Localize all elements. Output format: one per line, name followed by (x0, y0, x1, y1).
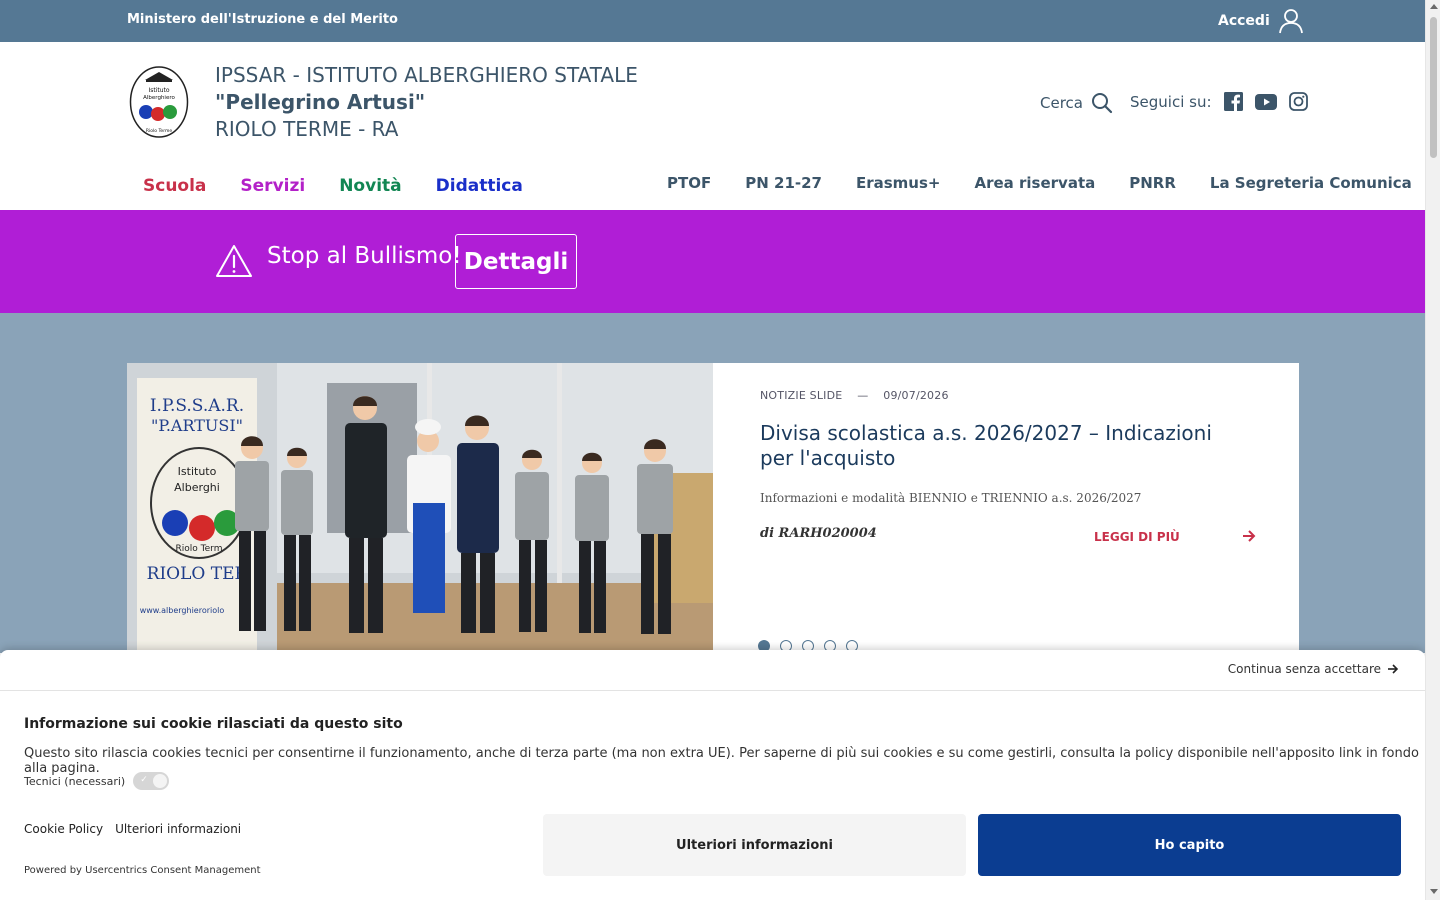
technical-cookies-label: Tecnici (necessari) (24, 774, 126, 788)
search-label: Cerca (1040, 94, 1083, 112)
warning-icon (216, 245, 252, 277)
nav-area-riservata[interactable]: Area riservata (974, 174, 1095, 192)
login-button[interactable]: Accedi (1218, 8, 1304, 34)
check-icon: ✓ (140, 775, 148, 785)
continue-without-accepting[interactable]: Continua senza accettare (1228, 662, 1399, 676)
banner-text-6: RIOLO TER (147, 564, 249, 584)
nav-servizi[interactable]: Servizi (240, 176, 305, 196)
toggle-knob (153, 774, 168, 788)
banner-text-4: Alberghi (174, 481, 220, 494)
banner-text-7: www.alberghieroriolo (140, 606, 225, 615)
cookie-text: Questo sito rilascia cookies tecnici per… (24, 746, 1419, 776)
arrow-right-icon[interactable] (1241, 528, 1257, 544)
site-header: Istituto Alberghiero Riolo Terme IPSSAR … (0, 42, 1425, 210)
technical-cookies-row: Tecnici (necessari) ✓ (24, 772, 170, 790)
slide-title[interactable]: Divisa scolastica a.s. 2026/2027 – Indic… (760, 421, 1230, 471)
search-button[interactable]: Cerca (1040, 92, 1113, 114)
nav-novita[interactable]: Novità (339, 176, 401, 196)
nav-pn[interactable]: PN 21-27 (745, 174, 822, 192)
slide-description: Informazioni e modalità BIENNIO e TRIENN… (760, 491, 1142, 505)
nav-segreteria[interactable]: La Segreteria Comunica (1210, 174, 1412, 192)
more-info-link[interactable]: Ulteriori informazioni (115, 822, 241, 836)
slide-meta-separator: — (857, 389, 869, 402)
arrow-right-icon (1388, 664, 1399, 674)
logo-text-3: Riolo Terme (146, 128, 172, 134)
banner-text-5: Riolo Term (176, 544, 223, 554)
school-logo[interactable]: Istituto Alberghiero Riolo Terme (129, 66, 189, 138)
school-name[interactable]: IPSSAR - ISTITUTO ALBERGHIERO STATALE "P… (215, 62, 638, 143)
top-bar: Ministero dell'Istruzione e del Merito A… (0, 0, 1425, 42)
secondary-nav: PTOF PN 21-27 Erasmus+ Area riservata PN… (667, 174, 1412, 192)
logo-text-2: Alberghiero (143, 95, 175, 101)
nav-scuola[interactable]: Scuola (143, 176, 206, 196)
scroll-down-arrow[interactable] (1430, 889, 1438, 894)
youtube-icon[interactable] (1254, 93, 1277, 110)
facebook-icon[interactable] (1223, 92, 1243, 111)
alert-banner: Stop al Bullismo! Dettagli (0, 210, 1425, 313)
cookie-policy-link[interactable]: Cookie Policy (24, 822, 103, 836)
social-links: Seguici su: (1130, 92, 1308, 111)
instagram-icon[interactable] (1288, 92, 1308, 111)
continue-label: Continua senza accettare (1227, 662, 1381, 676)
cookie-divider (0, 690, 1425, 691)
slide-photo[interactable]: I.P.S.S.A.R. "P.ARTUSI" Istituto Albergh… (127, 363, 713, 650)
slide-meta: NOTIZIE SLIDE — 09/07/2026 (760, 389, 949, 402)
school-name-line3: RIOLO TERME - RA (215, 117, 399, 141)
logo-text-1: Istituto (148, 87, 169, 94)
ministry-link[interactable]: Ministero dell'Istruzione e del Merito (127, 12, 398, 27)
nav-didattica[interactable]: Didattica (436, 176, 523, 196)
cookie-heading: Informazione sui cookie rilasciati da qu… (24, 716, 403, 732)
page-scrollbar[interactable] (1425, 0, 1440, 900)
cookie-banner: Continua senza accettare Informazione su… (0, 650, 1425, 900)
alert-message: Stop al Bullismo! (267, 243, 462, 269)
nav-pnrr[interactable]: PNRR (1129, 174, 1176, 192)
school-name-line1: IPSSAR - ISTITUTO ALBERGHIERO STATALE (215, 63, 638, 87)
slide-card: I.P.S.S.A.R. "P.ARTUSI" Istituto Albergh… (127, 363, 1299, 663)
nav-ptof[interactable]: PTOF (667, 174, 711, 192)
user-icon (1278, 9, 1303, 34)
cookie-links: Cookie Policy Ulteriori informazioni (24, 822, 241, 836)
search-icon (1091, 93, 1113, 114)
accept-button[interactable]: Ho capito (978, 814, 1401, 876)
scrollbar-thumb[interactable] (1430, 17, 1437, 158)
school-name-line2: "Pellegrino Artusi" (215, 90, 426, 114)
read-more-link[interactable]: LEGGI DI PIÙ (1094, 530, 1180, 544)
scroll-up-arrow[interactable] (1430, 4, 1438, 9)
slide-category[interactable]: NOTIZIE SLIDE (760, 389, 842, 402)
banner-text-3: Istituto (178, 465, 217, 478)
slide-author: di RARH020004 (760, 526, 877, 541)
news-slider: I.P.S.S.A.R. "P.ARTUSI" Istituto Albergh… (0, 313, 1425, 663)
banner-text-1: I.P.S.S.A.R. (150, 396, 244, 416)
main-nav: Scuola Servizi Novità Didattica (143, 176, 523, 196)
nav-erasmus[interactable]: Erasmus+ (856, 174, 941, 192)
login-label: Accedi (1218, 13, 1270, 29)
alert-details-button[interactable]: Dettagli (455, 234, 577, 289)
powered-by[interactable]: Powered by Usercentrics Consent Manageme… (24, 865, 261, 876)
banner-text-2: "P.ARTUSI" (151, 416, 243, 435)
more-info-button[interactable]: Ulteriori informazioni (543, 814, 966, 876)
slide-date: 09/07/2026 (883, 389, 949, 402)
technical-cookies-toggle[interactable]: ✓ (133, 772, 170, 790)
social-label: Seguici su: (1130, 92, 1212, 111)
